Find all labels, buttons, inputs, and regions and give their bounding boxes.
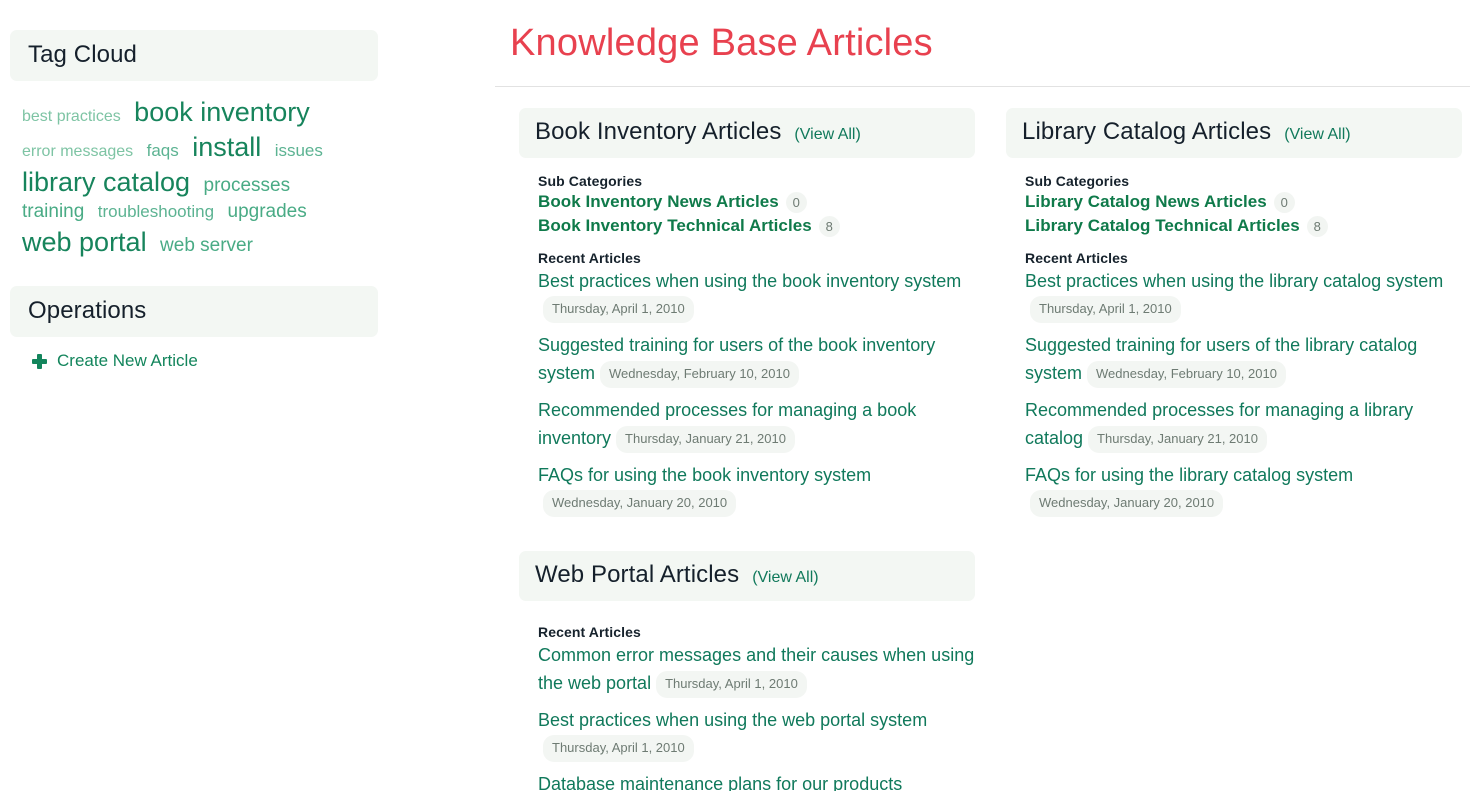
tag-link[interactable]: issues: [275, 141, 323, 160]
tag-link[interactable]: processes: [204, 175, 291, 196]
sub-category-count-badge: 0: [1274, 192, 1295, 213]
view-all-link[interactable]: (View All): [752, 569, 818, 587]
article-list-item: FAQs for using the book inventory system…: [538, 462, 975, 517]
sub-category-row: Library Catalog Technical Articles 8: [1025, 216, 1462, 237]
card-header: Book Inventory Articles (View All): [519, 108, 975, 158]
article-list-item: Suggested training for users of the book…: [538, 332, 975, 388]
tag-link[interactable]: training: [22, 201, 84, 222]
sub-category-link[interactable]: Library Catalog Technical Articles: [1025, 216, 1300, 236]
title-divider: [495, 86, 1470, 87]
page-title: Knowledge Base Articles: [495, 22, 1470, 66]
tag-link[interactable]: troubleshooting: [98, 202, 214, 221]
card-title: Book Inventory Articles: [535, 118, 781, 146]
article-date: Wednesday, February 10, 2010: [1087, 361, 1286, 388]
article-date: Thursday, January 21, 2010: [616, 426, 795, 453]
article-list-item: FAQs for using the library catalog syste…: [1025, 462, 1462, 517]
tag-link[interactable]: web portal: [22, 227, 147, 257]
card-title: Web Portal Articles: [535, 561, 739, 589]
article-list-item: Suggested training for users of the libr…: [1025, 332, 1462, 388]
card-header: Library Catalog Articles (View All): [1006, 108, 1462, 158]
tag-cloud: best practices book inventory error mess…: [10, 81, 378, 260]
tag-link[interactable]: faqs: [147, 141, 179, 160]
article-card: Web Portal Articles (View All) Recent Arti…: [519, 551, 975, 791]
sub-category-row: Library Catalog News Articles 0: [1025, 192, 1462, 213]
sub-category-link[interactable]: Library Catalog News Articles: [1025, 192, 1267, 212]
article-date: Wednesday, January 20, 2010: [1030, 490, 1223, 517]
knowledge-base-page: Tag Cloud best practices book inventory …: [0, 0, 1484, 791]
view-all-link[interactable]: (View All): [794, 126, 860, 144]
article-list-item: Best practices when using the web portal…: [538, 707, 975, 762]
plus-icon: [32, 354, 47, 369]
article-date: Thursday, January 21, 2010: [1088, 426, 1267, 453]
article-list-item: Best practices when using the library ca…: [1025, 268, 1462, 323]
card-body: Sub Categories Library Catalog News Artic…: [1006, 158, 1462, 517]
article-date: Thursday, April 1, 2010: [543, 296, 694, 323]
article-list-item: Common error messages and their causes w…: [538, 642, 975, 698]
article-list-item: Recommended processes for managing a boo…: [538, 397, 975, 453]
sub-category-count-badge: 8: [1307, 216, 1328, 237]
tag-link[interactable]: web server: [160, 235, 253, 256]
sub-category-link[interactable]: Book Inventory Technical Articles: [538, 216, 812, 236]
recent-articles-label: Recent Articles: [538, 250, 975, 266]
card-body: Sub Categories Book Inventory News Articl…: [519, 158, 975, 517]
tag-cloud-header: Tag Cloud: [10, 30, 378, 81]
sub-category-row: Book Inventory News Articles 0: [538, 192, 975, 213]
article-link[interactable]: Best practices when using the web portal…: [538, 710, 927, 730]
article-card: Book Inventory Articles (View All) Sub Cat…: [519, 108, 975, 526]
card-header: Web Portal Articles (View All): [519, 551, 975, 601]
sub-category-link[interactable]: Book Inventory News Articles: [538, 192, 779, 212]
sub-category-count-badge: 0: [786, 192, 807, 213]
operations-panel: Operations Create New Article: [10, 286, 378, 371]
tag-link[interactable]: install: [192, 132, 261, 162]
article-date: Thursday, April 1, 2010: [656, 671, 807, 698]
operations-list: Create New Article: [10, 337, 378, 371]
tag-link[interactable]: book inventory: [134, 97, 310, 127]
sub-categories-label: Sub Categories: [1025, 173, 1462, 189]
article-date: Thursday, April 1, 2010: [1030, 296, 1181, 323]
sub-categories-label: Sub Categories: [538, 173, 975, 189]
sub-category-count-badge: 8: [819, 216, 840, 237]
article-date: Wednesday, February 10, 2010: [600, 361, 799, 388]
create-new-article-label: Create New Article: [57, 351, 198, 371]
recent-articles-label: Recent Articles: [1025, 250, 1462, 266]
operations-header: Operations: [10, 286, 378, 337]
article-list-item: Database maintenance plans for our produ…: [538, 771, 975, 791]
tag-link[interactable]: library catalog: [22, 167, 190, 197]
card-body: Recent Articles Common error messages and…: [519, 601, 975, 791]
article-link[interactable]: Database maintenance plans for our produ…: [538, 774, 902, 791]
article-list-item: Recommended processes for managing a lib…: [1025, 397, 1462, 453]
tag-link[interactable]: upgrades: [228, 201, 307, 222]
article-link[interactable]: Best practices when using the book inven…: [538, 271, 961, 291]
article-link[interactable]: Best practices when using the library ca…: [1025, 271, 1443, 291]
create-new-article-button[interactable]: Create New Article: [32, 351, 378, 371]
sidebar: Tag Cloud best practices book inventory …: [10, 30, 378, 371]
article-card: Library Catalog Articles (View All) Sub Ca…: [1006, 108, 1462, 526]
article-date: Wednesday, January 20, 2010: [543, 490, 736, 517]
article-link[interactable]: FAQs for using the library catalog syste…: [1025, 465, 1353, 485]
view-all-link[interactable]: (View All): [1284, 126, 1350, 144]
article-list-item: Best practices when using the book inven…: [538, 268, 975, 323]
main-content: Knowledge Base Articles Book Inventory A…: [495, 22, 1470, 108]
article-link[interactable]: FAQs for using the book inventory system: [538, 465, 871, 485]
tag-link[interactable]: error messages: [22, 143, 133, 160]
recent-articles-label: Recent Articles: [538, 624, 975, 640]
tag-link[interactable]: best practices: [22, 108, 121, 125]
article-date: Thursday, April 1, 2010: [543, 735, 694, 762]
sub-category-row: Book Inventory Technical Articles 8: [538, 216, 975, 237]
card-title: Library Catalog Articles: [1022, 118, 1271, 146]
